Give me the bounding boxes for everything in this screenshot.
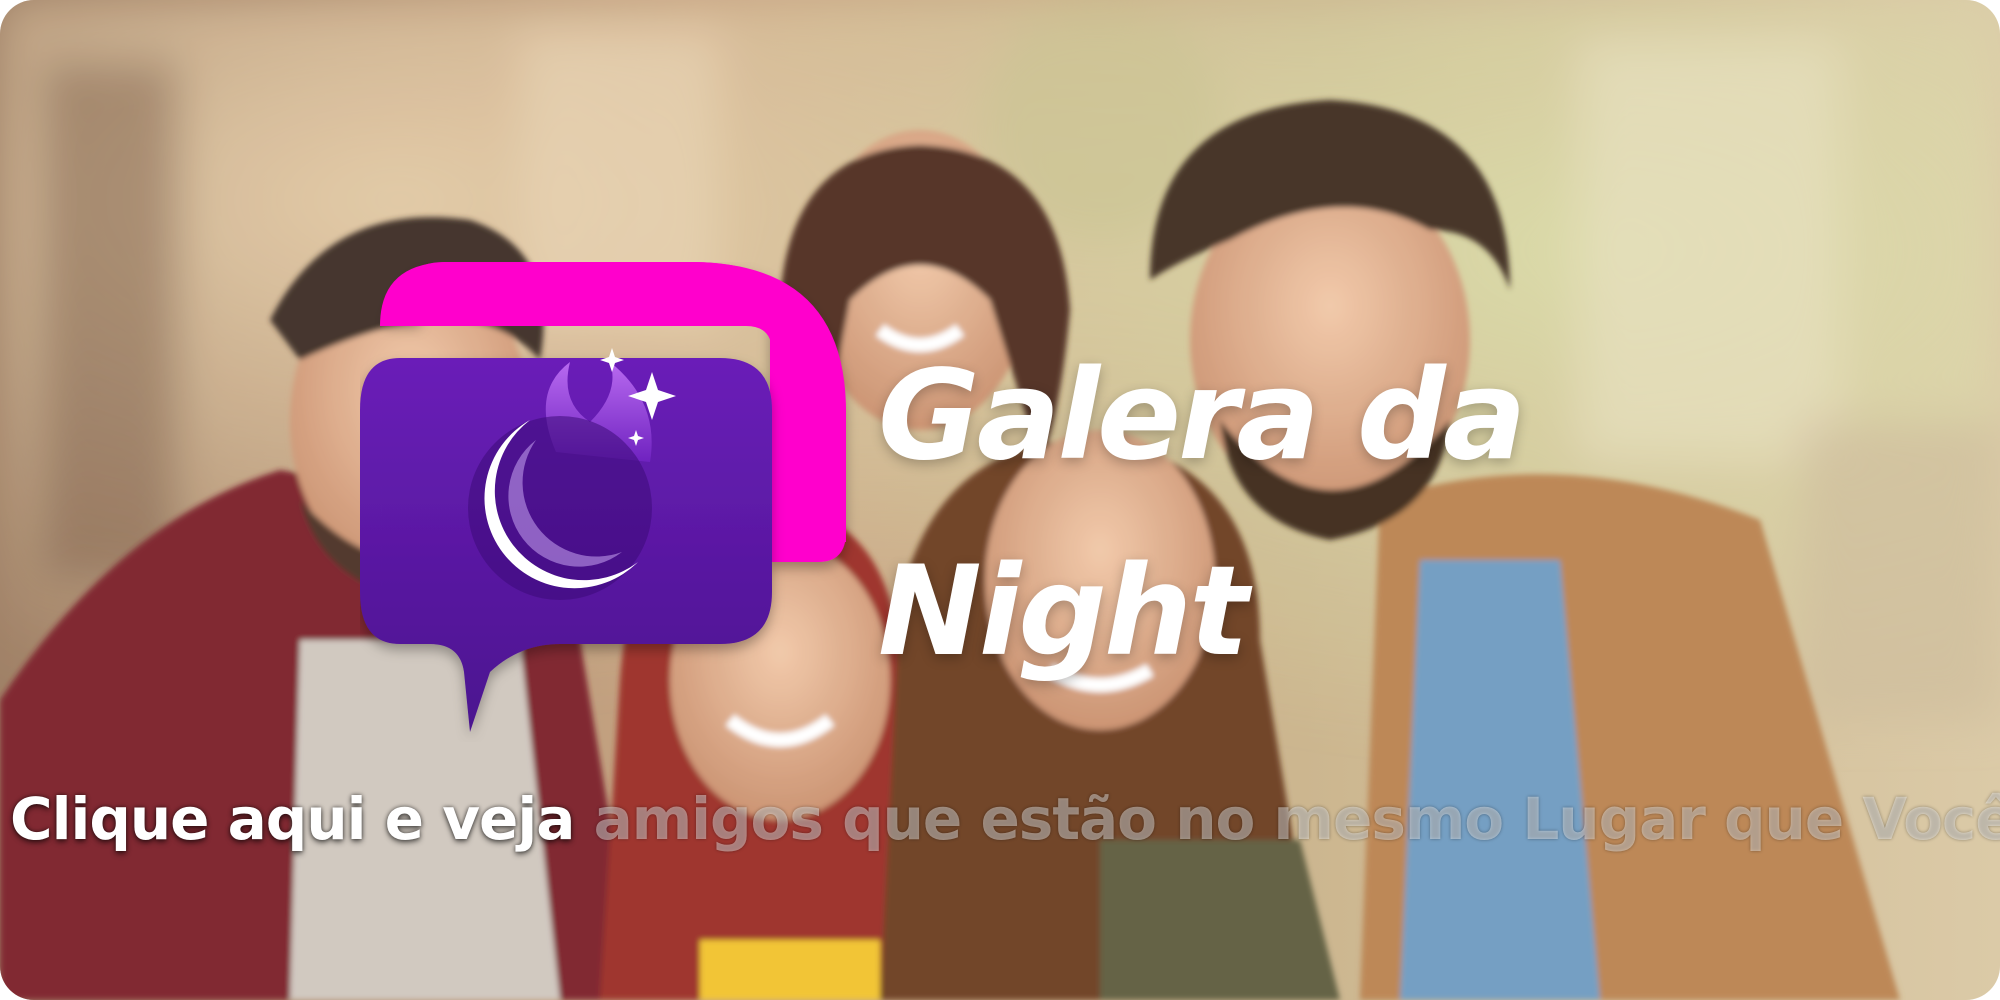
app-title-line-1: Galera da — [878, 344, 1527, 488]
call-to-action[interactable]: Clique aqui e veja amigos que estão no m… — [10, 784, 2000, 854]
chat-bubble-moon-icon — [360, 262, 846, 732]
call-to-action-faded: amigos que estão no mesmo Lugar que Você — [574, 785, 2000, 853]
promo-banner[interactable]: Galera da Night Clique aqui e veja amigo… — [0, 0, 2000, 1000]
call-to-action-strong: Clique aqui e veja — [10, 785, 575, 853]
app-title-line-2: Night — [878, 540, 1249, 684]
app-title: Galera da Night — [878, 318, 1678, 710]
